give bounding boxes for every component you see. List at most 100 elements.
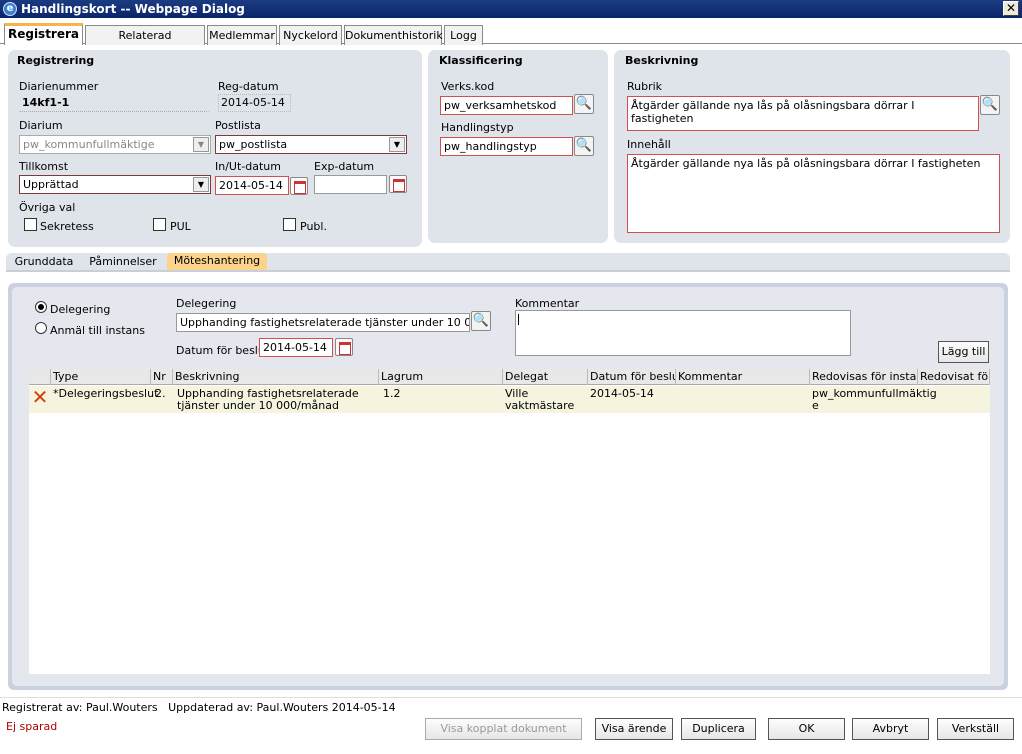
sekretess-label: Sekretess	[40, 220, 94, 233]
ovriga-val-label: Övriga val	[19, 201, 76, 214]
column-header-delegat[interactable]: Delegat	[503, 369, 588, 385]
cell-nr: 2.	[155, 387, 166, 400]
search-icon[interactable]: 🔍	[471, 311, 491, 331]
sekretess-checkbox[interactable]	[24, 218, 37, 231]
exp-date-input[interactable]	[314, 175, 387, 194]
regdatum-value: 2014-05-14	[218, 94, 291, 112]
chevron-down-icon: ▼	[193, 177, 209, 192]
handlingstyp-label: Handlingstyp	[441, 121, 514, 134]
tab-logg[interactable]: Logg	[444, 25, 483, 45]
table-header: Type Nr Beskrivning Lagrum Delegat Datum…	[29, 369, 990, 385]
cell-instans-line2: e	[812, 399, 819, 412]
diarium-value: pw_kommunfullmäktige	[23, 138, 155, 151]
delegering-radio[interactable]	[35, 301, 47, 313]
regdatum-label: Reg-datum	[218, 80, 279, 93]
subtab-moteshantering[interactable]: Möteshantering	[167, 253, 267, 270]
cell-beskrivning-line2: tjänster under 10 000/månad	[177, 399, 339, 412]
tab-dokumenthistorik[interactable]: Dokumenthistorik	[344, 25, 443, 45]
innehall-label: Innehåll	[627, 138, 671, 151]
publ-label: Publ.	[300, 220, 327, 233]
tab-registrera[interactable]: Registrera	[4, 23, 83, 45]
cell-lagrum: 1.2	[383, 387, 401, 400]
verkskod-input[interactable]: pw_verksamhetskod	[440, 96, 573, 115]
column-header-kommentar[interactable]: Kommentar	[676, 369, 810, 385]
delete-icon[interactable]: ✕	[31, 387, 49, 407]
verkskod-label: Verks.kod	[441, 80, 495, 93]
pul-checkbox[interactable]	[153, 218, 166, 231]
inut-label: In/Ut-datum	[215, 160, 281, 173]
postlista-label: Postlista	[215, 119, 261, 132]
beskrivning-header: Beskrivning	[625, 54, 699, 67]
footer-divider	[0, 697, 1022, 698]
close-button[interactable]: ✕	[1003, 1, 1019, 16]
postlista-value: pw_postlista	[219, 138, 288, 151]
lagg-till-button[interactable]: Lägg till	[938, 341, 989, 363]
ok-button[interactable]: OK	[768, 718, 845, 740]
window-title: Handlingskort -- Webpage Dialog	[21, 2, 245, 16]
calendar-icon[interactable]	[335, 338, 353, 356]
cell-delegat-line2: vaktmästare	[505, 399, 575, 412]
search-icon[interactable]: 🔍	[574, 94, 594, 114]
verkstall-button[interactable]: Verkställ	[937, 718, 1014, 740]
registrering-header: Registrering	[17, 54, 95, 67]
rubrik-input[interactable]: Åtgärder gällande nya lås på olåsningsba…	[627, 96, 979, 131]
cell-type: *Delegeringsbeslut	[53, 387, 159, 400]
column-header-nr[interactable]: Nr	[151, 369, 173, 385]
tillkomst-select[interactable]: Upprättad ▼	[19, 175, 211, 194]
delegering-input[interactable]: Upphanding fastighetsrelaterade tjänster…	[176, 313, 470, 332]
column-header-datum[interactable]: Datum för beslut	[588, 369, 676, 385]
postlista-select[interactable]: pw_postlista ▼	[215, 135, 407, 154]
subtab-paminnelser[interactable]: Påminnelser	[84, 254, 162, 270]
diarium-label: Diarium	[19, 119, 63, 132]
search-icon[interactable]: 🔍	[980, 95, 1000, 115]
visa-kopplat-dokument-button[interactable]: Visa kopplat dokument	[425, 718, 582, 740]
tillkomst-label: Tillkomst	[19, 160, 69, 173]
status-text: Ej sparad	[6, 720, 58, 733]
anmal-radio[interactable]	[35, 322, 47, 334]
diarium-select[interactable]: pw_kommunfullmäktige ▼	[19, 135, 211, 154]
datum-for-beslut-label: Datum för beslut	[176, 344, 270, 357]
calendar-icon[interactable]	[389, 175, 407, 193]
ie-icon: e	[3, 2, 17, 16]
kommentar-textarea[interactable]	[515, 310, 851, 356]
avbryt-button[interactable]: Avbryt	[852, 718, 929, 740]
chevron-down-icon: ▼	[193, 137, 209, 152]
diarienummer-label: Diarienummer	[19, 80, 99, 93]
klassificering-header: Klassificering	[439, 54, 523, 67]
registrerat-info: Registrerat av: Paul.Wouters Uppdaterad …	[2, 701, 396, 714]
subtab-grunddata[interactable]: Grunddata	[8, 254, 80, 270]
text-cursor	[518, 314, 519, 325]
calendar-icon[interactable]	[290, 177, 308, 195]
subtab-underline	[6, 270, 1010, 272]
cell-instans-line1: pw_kommunfullmäktig	[812, 387, 937, 400]
tab-nyckelord[interactable]: Nyckelord	[279, 25, 342, 45]
table-row[interactable]: ✕ *Delegeringsbeslut 2. Upphanding fasti…	[29, 386, 990, 413]
column-header-redovisas[interactable]: Redovisas för instans	[810, 369, 918, 385]
exp-label: Exp-datum	[314, 160, 375, 173]
pul-label: PUL	[170, 220, 191, 233]
visa-arende-button[interactable]: Visa ärende	[595, 718, 673, 740]
tab-relaterad-information[interactable]: Relaterad information	[85, 25, 205, 61]
delegering-radio-label: Delegering	[50, 303, 111, 316]
search-icon[interactable]: 🔍	[574, 136, 594, 156]
kommentar-label: Kommentar	[515, 297, 580, 310]
tab-medlemmar[interactable]: Medlemmar	[207, 25, 277, 45]
inut-date-input[interactable]: 2014-05-14	[215, 176, 289, 195]
duplicera-button[interactable]: Duplicera	[681, 718, 756, 740]
column-header-delete	[29, 369, 51, 385]
column-header-beskrivning[interactable]: Beskrivning	[173, 369, 379, 385]
title-bar: e Handlingskort -- Webpage Dialog	[0, 0, 1022, 18]
column-header-type[interactable]: Type	[51, 369, 151, 385]
column-header-redovisat[interactable]: Redovisat för	[918, 369, 990, 385]
tillkomst-value: Upprättad	[23, 178, 79, 191]
datum-for-beslut-input[interactable]: 2014-05-14	[259, 338, 333, 357]
column-header-lagrum[interactable]: Lagrum	[379, 369, 503, 385]
delegering-table: Type Nr Beskrivning Lagrum Delegat Datum…	[29, 369, 990, 674]
handlingstyp-input[interactable]: pw_handlingstyp	[440, 137, 573, 156]
cell-datum: 2014-05-14	[590, 387, 654, 400]
rubrik-label: Rubrik	[627, 80, 663, 93]
innehall-textarea[interactable]: Åtgärder gällande nya lås på olåsningsba…	[627, 154, 1000, 233]
publ-checkbox[interactable]	[283, 218, 296, 231]
diarienummer-value: 14kf1-1	[19, 94, 209, 112]
chevron-down-icon: ▼	[389, 137, 405, 152]
